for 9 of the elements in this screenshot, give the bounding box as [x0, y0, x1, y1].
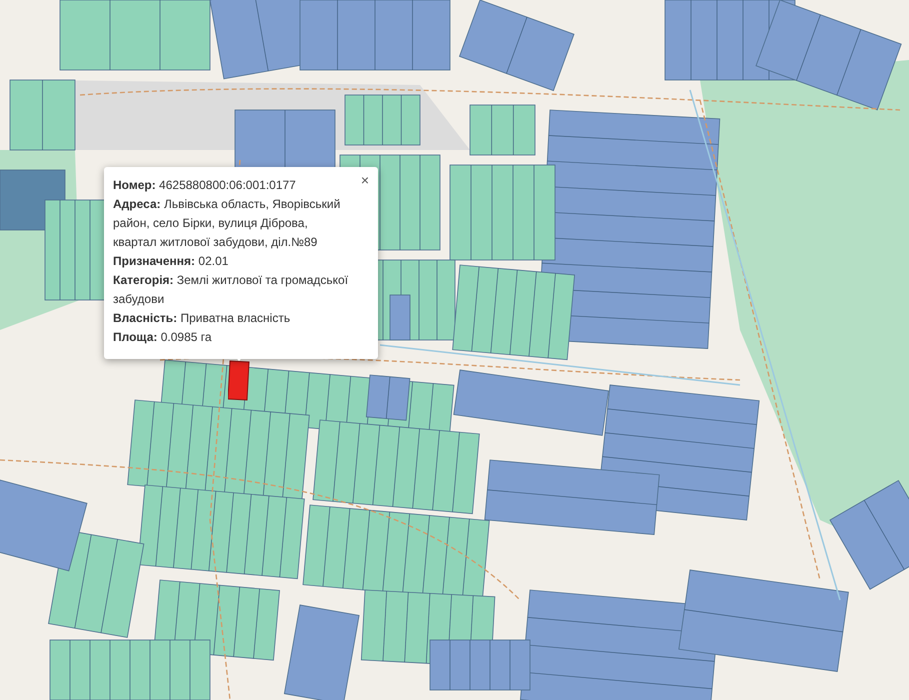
parcel-info-text: Призначення: 02.01 — [113, 253, 230, 270]
parcel-info-text: Площа: 0.0985 га — [113, 329, 213, 346]
parcel-info-text: Номер: 4625880800:06:001:0177 — [113, 177, 297, 194]
close-button[interactable]: × — [358, 172, 372, 188]
parcel-info-text: Категорія: Землі житлової та громадської забудови — [113, 272, 350, 308]
selected-parcel[interactable] — [228, 360, 250, 402]
map-drawing[interactable] — [0, 0, 909, 700]
parcel-info-text: Власність: Приватна власність — [113, 310, 292, 327]
parcel-info-text: Адреса: Львівська область, Яворівський район, село Бірки, вулиця Діброва, квартал житлової забудови, діл.№89 — [113, 196, 342, 251]
